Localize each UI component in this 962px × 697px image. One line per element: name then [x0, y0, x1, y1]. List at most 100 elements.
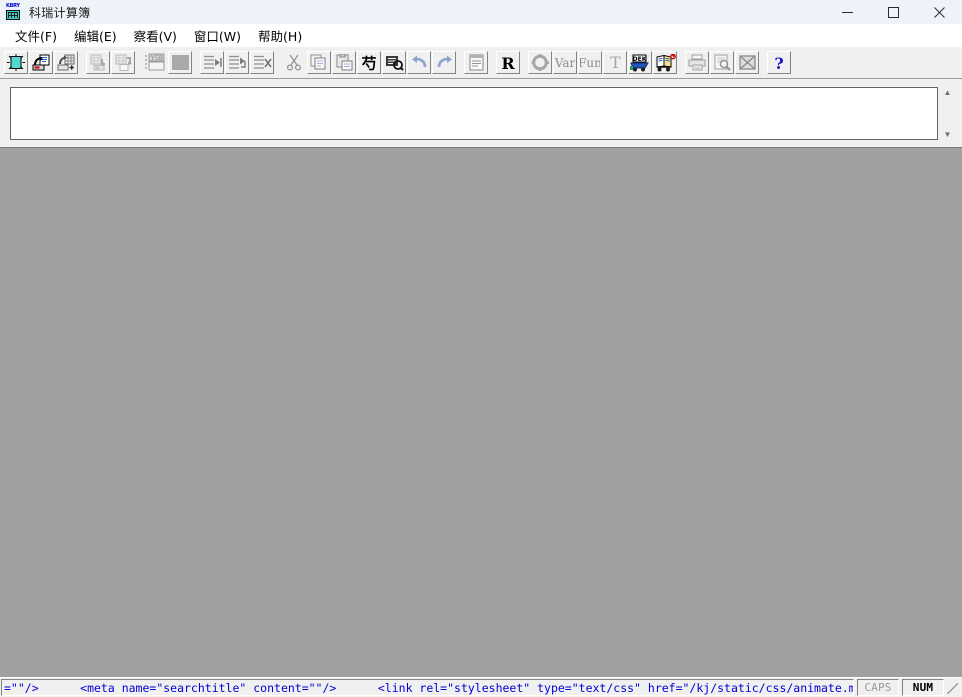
cut-icon [286, 54, 301, 71]
new-document-icon-button[interactable] [4, 51, 28, 74]
maximize-button[interactable] [870, 0, 916, 24]
window-controls [824, 0, 962, 24]
svg-text:YSB: YSB [151, 54, 164, 62]
status-bar: =""/> <meta name="searchtitle" content="… [0, 677, 962, 697]
ysb-icon-button[interactable]: YSB [143, 51, 167, 74]
bold-r-icon-button[interactable]: R [496, 51, 520, 74]
chinese-char-icon: 芍 [361, 54, 376, 72]
book-cart-icon-button[interactable] [653, 51, 677, 74]
chinese-char-icon-button[interactable]: 芍 [357, 51, 381, 74]
toolbar-separator [489, 51, 496, 74]
status-caps: CAPS [857, 679, 899, 696]
formula-input-area[interactable] [10, 87, 938, 140]
insert-row-before-icon-button[interactable] [200, 51, 224, 74]
toolbar-separator [193, 51, 200, 74]
book-cart-icon [656, 53, 676, 71]
save-as-icon [115, 54, 132, 71]
open-template-icon-button[interactable] [54, 51, 78, 74]
window-title: 科瑞计算簿 [29, 5, 91, 20]
toolbar-separator [275, 51, 282, 74]
toolbar-separator [79, 51, 86, 74]
open-document-icon-button[interactable] [29, 51, 53, 74]
svg-text:R: R [501, 54, 515, 72]
status-caps-label: CAPS [864, 681, 892, 694]
toolbar-separator [760, 51, 767, 74]
menu-bar: 文件(F) 编辑(E) 察看(V) 窗口(W) 帮助(H) [0, 24, 962, 46]
menu-file[interactable]: 文件(F) [7, 24, 66, 47]
export-image-icon-button[interactable] [735, 51, 759, 74]
scroll-down-arrow[interactable]: ▼ [943, 130, 952, 139]
menu-help[interactable]: 帮助(H) [250, 24, 311, 47]
text-icon-button[interactable]: T [603, 51, 627, 74]
svg-text:Fun: Fun [580, 56, 600, 70]
function-icon-button[interactable]: Fun [578, 51, 602, 74]
svg-text:芍: 芍 [361, 54, 376, 72]
find-replace-icon [385, 56, 404, 71]
undo-icon-button[interactable] [407, 51, 431, 74]
save-as-icon-button[interactable] [111, 51, 135, 74]
text-icon: T [610, 54, 621, 71]
undo-icon [411, 55, 426, 68]
menu-window[interactable]: 窗口(W) [186, 24, 250, 47]
toolbar-separator [136, 51, 143, 74]
scroll-up-arrow[interactable]: ▲ [943, 88, 952, 97]
svg-text:Var: Var [555, 56, 575, 70]
title-bar: KBRY 科瑞计算簿 [0, 0, 962, 24]
svg-text:T: T [610, 54, 621, 71]
save-document-icon [90, 54, 105, 71]
function-icon: Fun [580, 56, 600, 70]
svg-text:?: ? [774, 54, 783, 72]
insert-row-after-icon-button[interactable] [225, 51, 249, 74]
copy-icon-button[interactable] [307, 51, 331, 74]
bold-r-icon: R [501, 54, 515, 72]
toolbar-separator [678, 51, 685, 74]
print-preview-icon [714, 54, 731, 71]
save-document-icon-button[interactable] [86, 51, 110, 74]
mdi-workspace[interactable] [0, 147, 962, 677]
application-window: KBRY 科瑞计算簿 文件(F) 编辑(E) 察看(V) 窗口(W) 帮助(H) [0, 0, 962, 697]
toolbar-separator [521, 51, 528, 74]
menu-edit[interactable]: 编辑(E) [66, 24, 126, 47]
close-button[interactable] [916, 0, 962, 24]
properties-icon [469, 54, 483, 71]
blank-page-icon-button[interactable] [168, 51, 192, 74]
document-scrollbar[interactable]: ▲ ▼ [943, 87, 956, 140]
open-template-icon [57, 54, 74, 71]
insert-row-after-icon [228, 55, 246, 69]
minimize-button[interactable] [824, 0, 870, 24]
toolbar: YSB 芍 R Var u T DEK ? [0, 46, 962, 79]
properties-icon-button[interactable] [464, 51, 488, 74]
export-image-icon [738, 55, 756, 70]
print-icon [688, 54, 705, 71]
print-icon-button[interactable] [685, 51, 709, 74]
status-num-label: NUM [912, 681, 934, 694]
dek-cart-icon-button[interactable]: DEK [628, 51, 652, 74]
help-question-icon-button[interactable]: ? [767, 51, 791, 74]
cut-icon-button[interactable] [282, 51, 306, 74]
settings-gear-icon-button[interactable] [528, 51, 552, 74]
new-document-icon [7, 54, 25, 71]
status-message-pane: =""/> <meta name="searchtitle" content="… [1, 679, 854, 696]
insert-row-before-icon [203, 55, 222, 69]
status-num: NUM [902, 679, 944, 696]
ysb-icon: YSB [145, 53, 165, 71]
open-document-icon [32, 54, 49, 71]
delete-row-icon-button[interactable] [250, 51, 274, 74]
settings-gear-icon [531, 54, 549, 71]
document-pane-container: ▲ ▼ [0, 79, 962, 147]
print-preview-icon-button[interactable] [710, 51, 734, 74]
paste-icon-button[interactable] [332, 51, 356, 74]
menu-view[interactable]: 察看(V) [126, 24, 186, 47]
svg-text:DEK: DEK [633, 56, 647, 63]
variable-icon: Var [555, 56, 575, 70]
paste-icon [336, 54, 352, 71]
delete-row-icon [253, 55, 272, 69]
find-replace-icon-button[interactable] [382, 51, 406, 74]
resize-grip[interactable] [944, 679, 960, 696]
redo-icon-button[interactable] [432, 51, 456, 74]
toolbar-separator [457, 51, 464, 74]
variable-icon-button[interactable]: Var [553, 51, 577, 74]
status-message: =""/> <meta name="searchtitle" content="… [4, 680, 853, 695]
dek-cart-icon: DEK [630, 54, 649, 71]
blank-page-icon [171, 55, 189, 70]
